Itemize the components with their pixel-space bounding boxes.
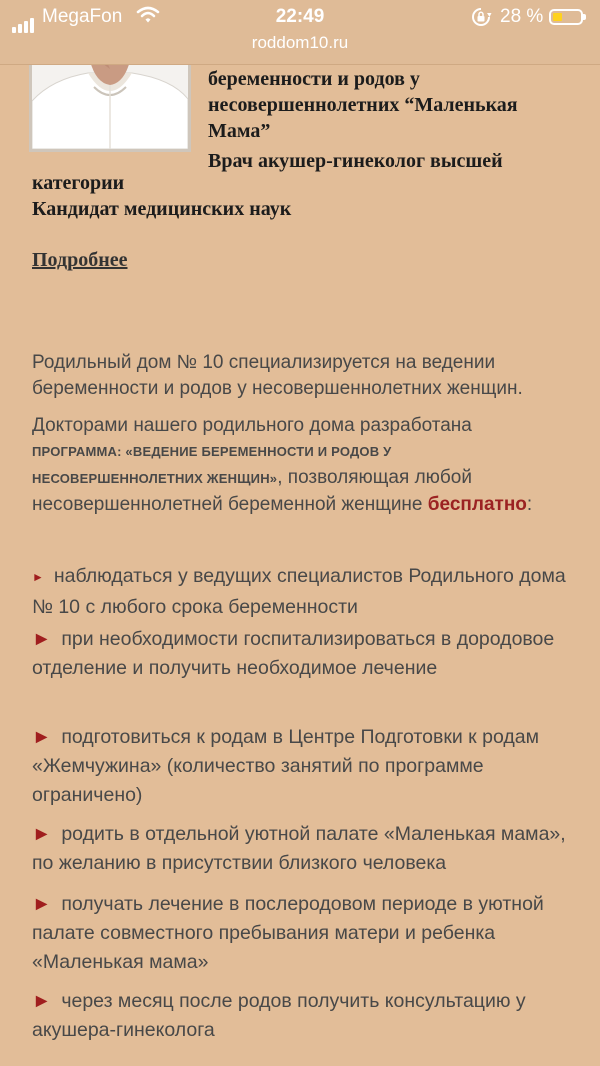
list-item-text: при необходимости госпитализироваться в … — [32, 628, 555, 679]
list-item: ► подготовиться к родам в Центре Подготов… — [32, 723, 584, 810]
program-paragraph: Докторами нашего родильного дома разрабо… — [32, 413, 582, 518]
list-item-text: получать лечение в послеродовом периоде … — [32, 893, 544, 973]
bullet-arrow-icon: ► — [32, 990, 52, 1012]
intro-paragraph: Родильный дом № 10 специализируется на в… — [32, 352, 523, 399]
program-line: Докторами нашего родильного дома разрабо… — [32, 415, 472, 436]
program-line: несовершеннолетней беременной женщине — [32, 494, 428, 515]
bullet-arrow-icon: ► — [32, 726, 52, 748]
bullet-arrow-icon: ► — [32, 628, 52, 650]
battery-percent: 28 % — [500, 6, 544, 27]
list-item: ► наблюдаться у ведущих специалистов Роди… — [32, 562, 584, 622]
free-label: бесплатно — [427, 494, 527, 515]
bullet-arrow-icon: ► — [32, 570, 44, 584]
list-item-text: через месяц после родов получить консуль… — [32, 990, 526, 1041]
address-url[interactable]: roddom10.ru — [0, 33, 600, 53]
program-title-line: ПРОГРАММА: «ВЕДЕНИЕ БЕРЕМЕННОСТИ И РОДОВ… — [32, 444, 392, 459]
doctor-text-line: несовершеннолетних “Маленькая — [208, 94, 518, 116]
doctor-qualification: категории Кандидат медицинских наук — [32, 170, 582, 222]
list-item-text: подготовиться к родам в Центре Подготовк… — [32, 726, 540, 806]
status-bar: MegaFon 22:49 28 % roddom10.ru — [0, 0, 600, 65]
list-item: ► при необходимости госпитализироваться в… — [32, 625, 584, 683]
orientation-lock-icon — [470, 6, 492, 34]
more-link[interactable]: Подробнее — [32, 249, 128, 272]
doctor-text-line: категории — [32, 172, 125, 194]
bullet-arrow-icon: ► — [32, 893, 52, 915]
list-item: ► получать лечение в послеродовом периоде… — [32, 890, 584, 977]
doctor-text-line: беременности и родов у — [208, 68, 420, 90]
program-line-tail: , позволяющая любой — [277, 467, 472, 488]
list-item: ► через месяц после родов получить консул… — [32, 987, 584, 1045]
list-item-text: наблюдаться у ведущих специалистов Родил… — [32, 565, 566, 618]
program-colon: : — [526, 494, 533, 515]
battery-icon — [549, 9, 586, 25]
doctor-text-line: Мама” — [208, 120, 271, 142]
doctor-description: беременности и родов у несовершеннолетни… — [208, 66, 588, 174]
bullet-arrow-icon: ► — [32, 823, 52, 845]
list-item: ► родить в отдельной уютной палате «Мален… — [32, 820, 584, 878]
program-title-line: НЕСОВЕРШЕННОЛЕТНИХ ЖЕНЩИН» — [32, 471, 278, 486]
doctor-text-line: Кандидат медицинских наук — [32, 198, 292, 220]
list-item-text: родить в отдельной уютной палате «Малень… — [32, 823, 566, 874]
